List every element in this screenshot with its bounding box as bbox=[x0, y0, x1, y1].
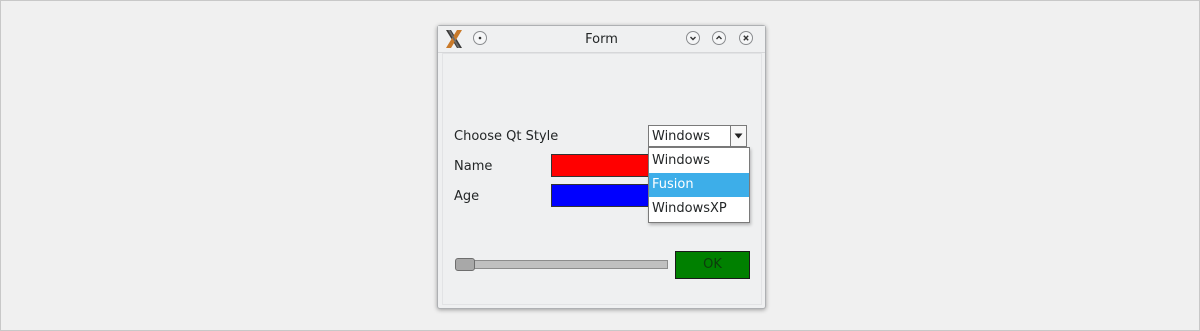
chevron-up-icon[interactable] bbox=[712, 31, 726, 45]
close-icon[interactable] bbox=[739, 31, 753, 45]
style-combobox[interactable]: Windows bbox=[648, 125, 747, 147]
form-window: Form Choose Qt Style Windows Name Age Wi… bbox=[437, 25, 766, 309]
style-label: Choose Qt Style bbox=[454, 129, 559, 144]
triangle-down-icon[interactable] bbox=[730, 126, 746, 146]
chevron-down-icon[interactable] bbox=[686, 31, 700, 45]
style-combobox-value: Windows bbox=[652, 129, 711, 144]
desktop-background: Form Choose Qt Style Windows Name Age Wi… bbox=[0, 0, 1200, 331]
slider-handle[interactable] bbox=[455, 258, 475, 271]
name-label: Name bbox=[454, 159, 493, 174]
dropdown-item-windows[interactable]: Windows bbox=[649, 149, 749, 173]
age-field[interactable] bbox=[551, 184, 651, 207]
dropdown-item-windowsxp[interactable]: WindowsXP bbox=[649, 197, 749, 221]
form-client-area: Choose Qt Style Windows Name Age Windows… bbox=[442, 53, 762, 305]
age-label: Age bbox=[454, 189, 480, 204]
ok-button[interactable]: OK bbox=[675, 251, 750, 279]
name-field[interactable] bbox=[551, 154, 651, 177]
slider-track[interactable] bbox=[456, 260, 668, 269]
window-titlebar[interactable]: Form bbox=[438, 26, 765, 53]
dropdown-item-fusion[interactable]: Fusion bbox=[649, 173, 749, 197]
style-dropdown-list[interactable]: Windows Fusion WindowsXP bbox=[648, 147, 750, 223]
